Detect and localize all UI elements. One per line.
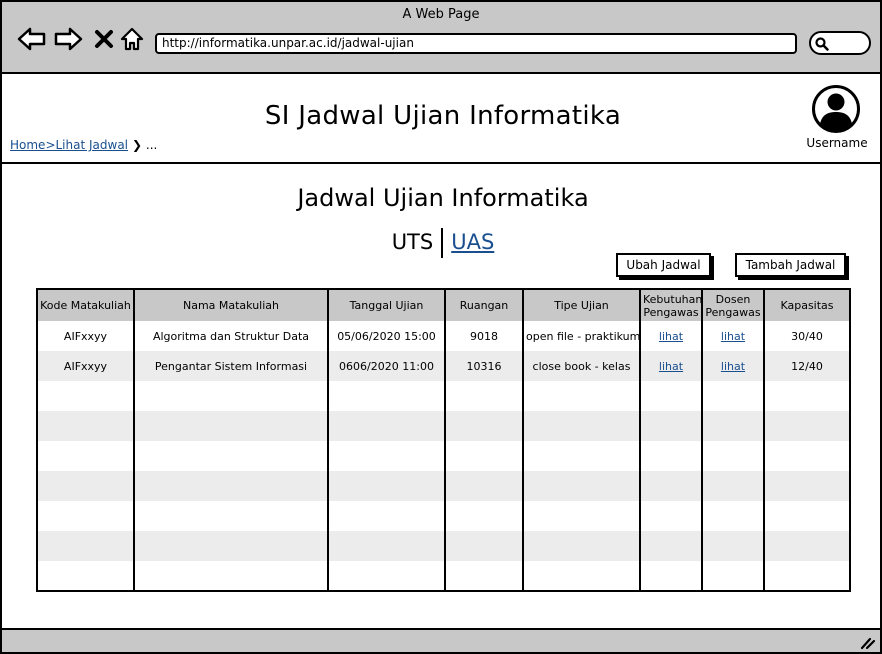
table-row-empty xyxy=(38,411,849,441)
username-label: Username xyxy=(806,136,868,150)
column-header: Ruangan xyxy=(445,290,524,321)
table-cell: AIFxxyy xyxy=(38,351,135,381)
kebutuhan-pengawas-link[interactable]: lihat xyxy=(659,360,683,373)
table-cell: close book - kelas xyxy=(523,351,641,381)
breadcrumb-link[interactable]: Home>Lihat Jadwal xyxy=(10,138,128,152)
table-cell: Algoritma dan Struktur Data xyxy=(134,321,329,351)
table-row: AIFxxyy Algoritma dan Struktur Data 05/0… xyxy=(38,321,849,351)
table-cell: lihat xyxy=(702,321,765,351)
table-row-empty xyxy=(38,591,849,592)
search-icon xyxy=(815,37,829,51)
table-row-empty xyxy=(38,471,849,501)
table-cell: 05/06/2020 15:00 xyxy=(328,321,446,351)
table-row-empty xyxy=(38,561,849,590)
table-cell: open file - praktikum xyxy=(523,321,641,351)
table-row-empty xyxy=(38,501,849,531)
table-cell: 9018 xyxy=(445,321,524,351)
tab-uas[interactable]: UAS xyxy=(451,230,494,254)
page-header: SI Jadwal Ujian Informatika Home>Lihat J… xyxy=(2,74,880,164)
column-header: Kode Matakuliah xyxy=(38,290,135,321)
dosen-pengawas-link[interactable]: lihat xyxy=(721,360,745,373)
back-button[interactable] xyxy=(16,24,48,54)
dosen-pengawas-link[interactable]: lihat xyxy=(721,330,745,343)
table-row-empty xyxy=(38,531,849,561)
arrow-left-icon xyxy=(17,27,46,51)
browser-toolbar: A Web Page http://informatika.unpar.ac.i… xyxy=(2,2,880,74)
resize-handle-icon[interactable] xyxy=(860,636,876,650)
table-cell: Pengantar Sistem Informasi xyxy=(134,351,329,381)
user-avatar-icon[interactable] xyxy=(811,84,861,134)
table-cell: lihat xyxy=(640,321,703,351)
table-cell: lihat xyxy=(702,351,765,381)
schedule-table: Kode Matakuliah Nama Matakuliah Tanggal … xyxy=(36,288,851,592)
ubah-jadwal-button[interactable]: Ubah Jadwal xyxy=(616,253,711,277)
table-header-row: Kode Matakuliah Nama Matakuliah Tanggal … xyxy=(38,290,849,321)
kebutuhan-pengawas-link[interactable]: lihat xyxy=(659,330,683,343)
browser-window: A Web Page http://informatika.unpar.ac.i… xyxy=(0,0,882,654)
table-row-empty xyxy=(38,381,849,411)
table-cell: lihat xyxy=(640,351,703,381)
tab-divider xyxy=(441,228,444,258)
table-cell: 0606/2020 11:00 xyxy=(328,351,446,381)
breadcrumb-trail: ❯ ... xyxy=(132,138,158,152)
browser-search-field[interactable] xyxy=(809,31,871,55)
arrow-right-icon xyxy=(54,27,83,51)
table-cell: AIFxxyy xyxy=(38,321,135,351)
forward-button[interactable] xyxy=(52,24,84,54)
x-icon xyxy=(95,30,113,48)
column-header: Tanggal Ujian xyxy=(328,290,446,321)
table-row-empty xyxy=(38,441,849,471)
status-bar xyxy=(2,628,880,652)
home-icon xyxy=(120,27,144,51)
window-title: A Web Page xyxy=(402,7,480,22)
tab-uts[interactable]: UTS xyxy=(392,230,442,254)
table-cell: 12/40 xyxy=(764,351,849,381)
column-header: Kapasitas xyxy=(764,290,849,321)
table-row: AIFxxyy Pengantar Sistem Informasi 0606/… xyxy=(38,351,849,381)
column-header: Nama Matakuliah xyxy=(134,290,329,321)
site-title: SI Jadwal Ujian Informatika xyxy=(264,101,622,131)
address-bar[interactable]: http://informatika.unpar.ac.id/jadwal-uj… xyxy=(155,33,797,54)
home-button[interactable] xyxy=(116,24,148,54)
breadcrumb: Home>Lihat Jadwal ❯ ... xyxy=(10,138,157,152)
table-cell: 10316 xyxy=(445,351,524,381)
tambah-jadwal-button[interactable]: Tambah Jadwal xyxy=(735,253,846,277)
column-header: Kebutuhan Pengawas xyxy=(640,290,703,321)
page-title: Jadwal Ujian Informatika xyxy=(297,184,589,212)
column-header: Tipe Ujian xyxy=(523,290,641,321)
column-header: Dosen Pengawas xyxy=(702,290,765,321)
table-cell: 30/40 xyxy=(791,329,823,343)
